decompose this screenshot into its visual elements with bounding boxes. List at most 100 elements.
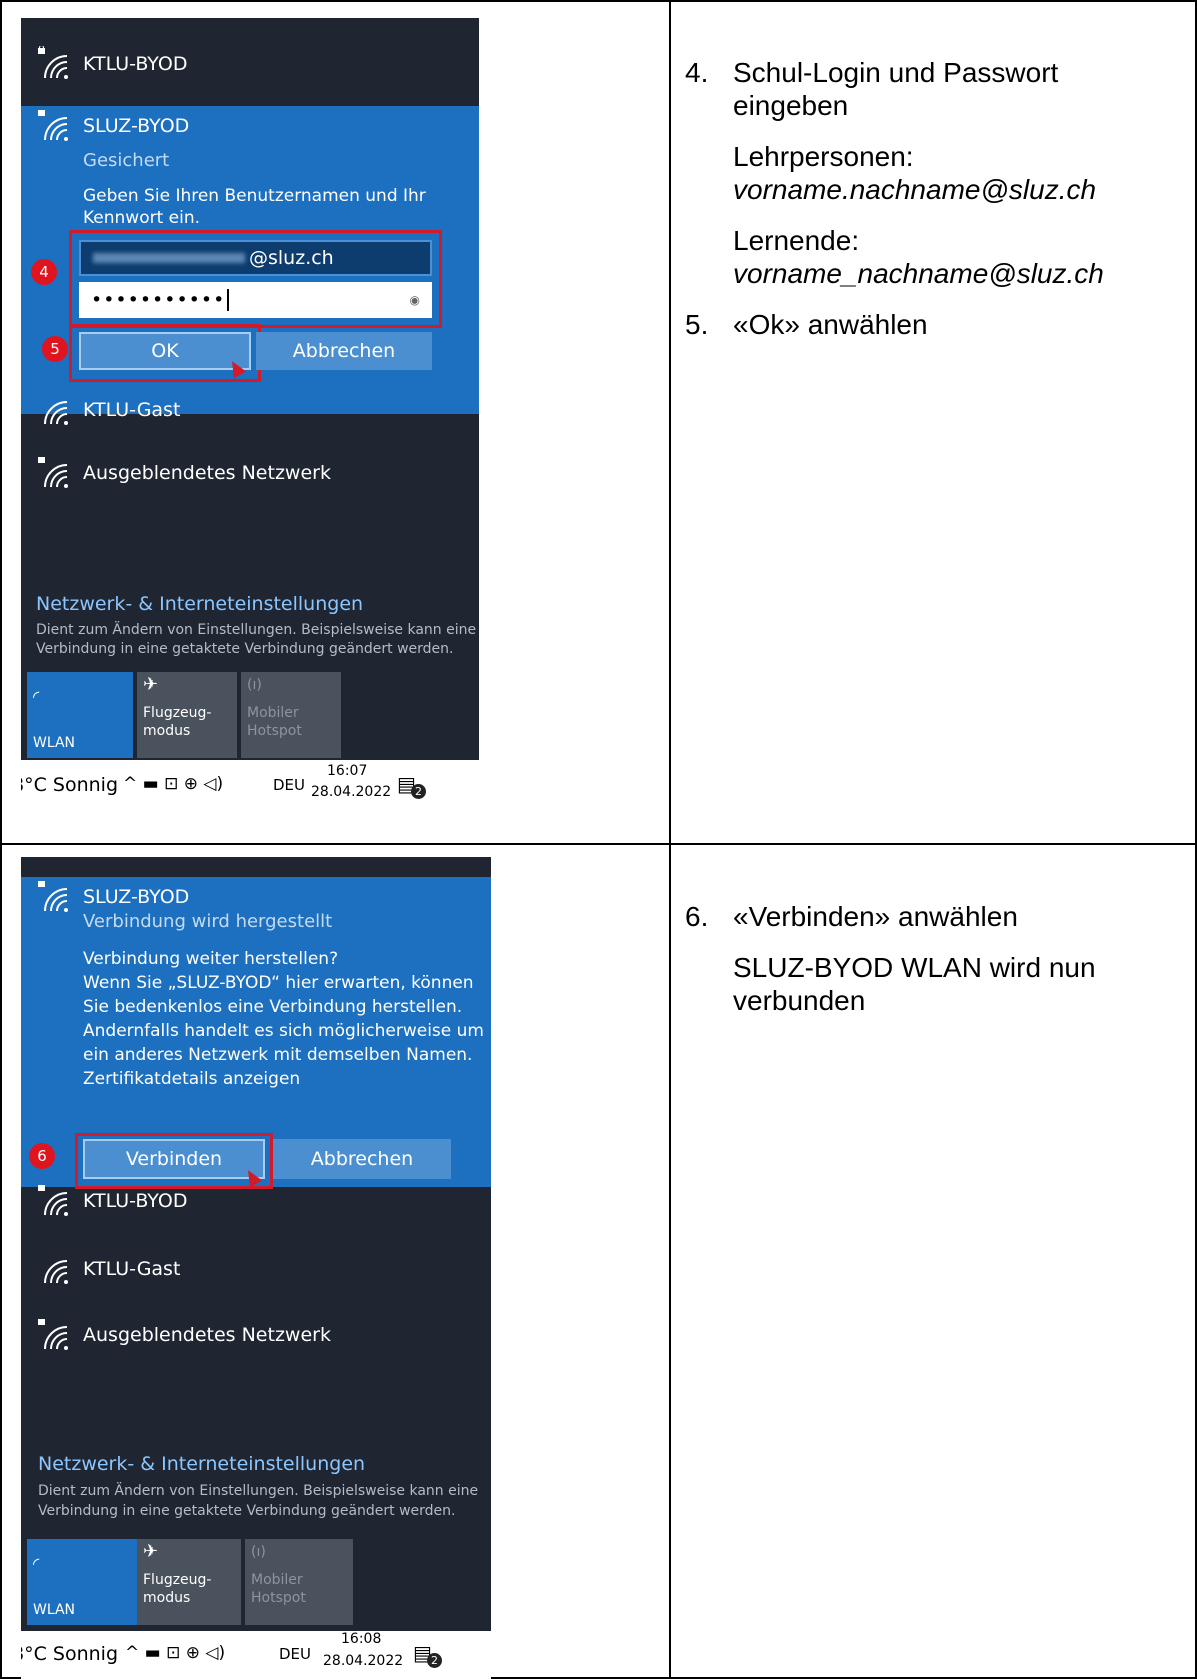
connect-message-line2: Wenn Sie „SLUZ-BYOD“ hier erwarten, könn…	[83, 973, 474, 993]
network-name: KTLU-BYOD	[83, 53, 188, 75]
wifi-secured-icon	[38, 110, 68, 141]
step-5-number: 5.	[685, 309, 709, 340]
learners-label: Lernende:	[733, 225, 860, 256]
quick-action-wlan[interactable]: ◜ WLAN	[27, 1539, 137, 1625]
password-field[interactable]: ••••••••••• ◉	[79, 282, 432, 318]
tile-label-line2: Hotspot	[251, 1590, 306, 1606]
tray-icons[interactable]: ^ ▬ ⊡ ⊕ ◁)	[125, 1643, 225, 1663]
quick-action-flight-mode[interactable]: ✈ Flugzeug- modus	[137, 672, 237, 758]
network-name: SLUZ-BYOD	[83, 886, 190, 908]
step-6-note-line1: SLUZ-BYOD WLAN wird nun	[733, 952, 1096, 983]
clock-date[interactable]: 28.04.2022	[311, 784, 391, 800]
tile-label: WLAN	[33, 1602, 76, 1618]
connect-message-line4: Andernfalls handelt es sich möglicherwei…	[83, 1021, 484, 1041]
teachers-login-format: vorname.nachname@sluz.ch	[733, 174, 1097, 205]
network-item-ktlu-byod[interactable]: KTLU-BYOD	[35, 1183, 187, 1219]
network-settings-link[interactable]: Netzwerk- & Interneteinstellungen	[38, 1453, 365, 1475]
language-indicator[interactable]: DEU	[279, 1645, 311, 1663]
settings-description-line2: Verbindung in eine getaktete Verbindung …	[36, 641, 454, 657]
weather-widget[interactable]: 8°C Sonnig	[21, 774, 118, 796]
wifi-flyout-screenshot-2: SLUZ-BYOD Verbindung wird hergestellt Ve…	[21, 857, 491, 1679]
clock-time[interactable]: 16:08	[341, 1631, 381, 1647]
wifi-open-icon	[44, 1260, 68, 1284]
step-marker-6: 6	[29, 1143, 55, 1169]
step-4-title-line2: eingeben	[733, 90, 849, 121]
learners-login-format: vorname_nachname@sluz.ch	[733, 258, 1104, 289]
step-marker-5: 5	[42, 336, 68, 362]
tile-label-line1: Flugzeug-	[143, 1572, 212, 1588]
credentials-prompt-line2: Kennwort ein.	[83, 208, 201, 228]
instructions-block-2: 6. «Verbinden» anwählen SLUZ-BYOD WLAN w…	[685, 900, 1185, 1030]
connect-message-line5: ein anderes Netzwerk mit demselben Namen…	[83, 1045, 473, 1065]
tile-label-line2: Hotspot	[247, 723, 302, 739]
network-item-hidden[interactable]: Ausgeblendetes Netzwerk	[35, 1317, 331, 1353]
cancel-button[interactable]: Abbrechen	[256, 332, 432, 370]
taskbar: 8°C Sonnig ^ ▬ ⊡ ⊕ ◁) DEU 16:07 28.04.20…	[21, 760, 479, 815]
hotspot-icon: (ı)	[251, 1544, 266, 1560]
wifi-flyout-screenshot-1: KTLU-BYOD SLUZ-BYOD Gesichert Geben Sie …	[21, 18, 479, 815]
password-dots: •••••••••••	[91, 289, 226, 311]
tile-label-line2: modus	[143, 723, 191, 739]
active-network-panel: SLUZ-BYOD Verbindung wird hergestellt Ve…	[21, 877, 491, 1189]
hotspot-icon: (ı)	[247, 677, 262, 693]
tile-label-line1: Mobiler	[251, 1572, 303, 1588]
network-item-sluz-byod[interactable]: SLUZ-BYOD	[35, 879, 189, 915]
credentials-prompt-line1: Geben Sie Ihren Benutzernamen und Ihr	[83, 186, 426, 206]
network-item-hidden[interactable]: Ausgeblendetes Netzwerk	[35, 455, 331, 491]
notification-count: 2	[411, 784, 426, 799]
network-item-ktlu-gast[interactable]: KTLU-Gast	[35, 392, 180, 428]
clock-time[interactable]: 16:07	[327, 763, 367, 779]
wifi-icon: ◜	[33, 1554, 40, 1573]
tile-label-line2: modus	[143, 1590, 191, 1606]
settings-description-line2: Verbindung in eine getaktete Verbindung …	[38, 1503, 456, 1519]
step-6-text: «Verbinden» anwählen	[733, 901, 1018, 932]
document-page: 4. Schul-Login und Passwort eingeben Leh…	[0, 0, 1197, 1679]
clock-date[interactable]: 28.04.2022	[323, 1653, 403, 1669]
tile-label: WLAN	[33, 735, 76, 751]
reveal-password-icon[interactable]: ◉	[410, 293, 420, 307]
instructions-block-1: 4. Schul-Login und Passwort eingeben Leh…	[685, 56, 1185, 356]
connect-message-line1: Verbindung weiter herstellen?	[83, 949, 339, 969]
network-settings-link[interactable]: Netzwerk- & Interneteinstellungen	[36, 593, 363, 615]
step-5-text: «Ok» anwählen	[733, 309, 928, 340]
wifi-secured-icon	[38, 1185, 68, 1216]
network-name: SLUZ-BYOD	[83, 115, 190, 137]
tray-icons[interactable]: ^ ▬ ⊡ ⊕ ◁)	[123, 774, 223, 794]
certificate-details-link[interactable]: Zertifikatdetails anzeigen	[83, 1069, 300, 1089]
step-4-number: 4.	[685, 57, 709, 88]
wifi-open-icon	[44, 401, 68, 425]
network-status: Gesichert	[83, 150, 170, 171]
network-name: KTLU-Gast	[83, 1258, 181, 1280]
network-item-ktlu-byod[interactable]: KTLU-BYOD	[35, 46, 187, 82]
network-item-sluz-byod[interactable]: SLUZ-BYOD	[35, 108, 189, 144]
username-field[interactable]: @sluz.ch	[79, 240, 432, 276]
weather-widget[interactable]: 8°C Sonnig	[21, 1643, 118, 1665]
username-suffix: @sluz.ch	[249, 247, 334, 269]
tile-label-line1: Flugzeug-	[143, 705, 212, 721]
network-status: Verbindung wird hergestellt	[83, 911, 333, 932]
airplane-icon: ✈	[143, 1541, 159, 1562]
wifi-secured-icon	[38, 457, 68, 488]
network-name: KTLU-BYOD	[83, 1190, 188, 1212]
step-4-title-line1: Schul-Login und Passwort	[733, 57, 1059, 88]
active-network-panel: SLUZ-BYOD Gesichert Geben Sie Ihren Benu…	[21, 106, 479, 414]
quick-action-hotspot[interactable]: (ı) Mobiler Hotspot	[241, 672, 341, 758]
tile-label-line1: Mobiler	[247, 705, 299, 721]
connect-button[interactable]: Verbinden	[83, 1139, 265, 1179]
settings-description-line1: Dient zum Ändern von Einstellungen. Beis…	[38, 1483, 479, 1499]
settings-description-line1: Dient zum Ändern von Einstellungen. Beis…	[36, 622, 477, 638]
network-item-ktlu-gast[interactable]: KTLU-Gast	[35, 1251, 180, 1287]
notification-count: 2	[427, 1653, 442, 1668]
quick-action-hotspot[interactable]: (ı) Mobiler Hotspot	[245, 1539, 353, 1625]
network-name: Ausgeblendetes Netzwerk	[83, 462, 331, 484]
quick-action-flight-mode[interactable]: ✈ Flugzeug- modus	[137, 1539, 241, 1625]
step-6-number: 6.	[685, 901, 709, 932]
connect-message-line3: Sie bedenkenlos eine Verbindung herstell…	[83, 997, 463, 1017]
wifi-icon: ◜	[33, 687, 40, 706]
network-name: KTLU-Gast	[83, 399, 181, 421]
quick-action-wlan[interactable]: ◜ WLAN	[27, 672, 133, 758]
cancel-button[interactable]: Abbrechen	[273, 1139, 451, 1179]
language-indicator[interactable]: DEU	[273, 776, 305, 794]
network-name: Ausgeblendetes Netzwerk	[83, 1324, 331, 1346]
username-blurred	[93, 253, 245, 263]
